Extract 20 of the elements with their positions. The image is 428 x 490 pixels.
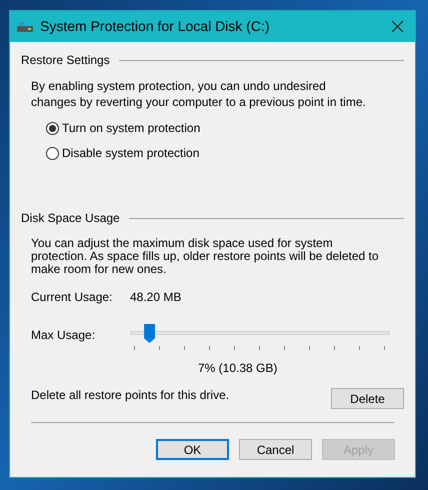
window-title: System Protection for Local Disk (C:) (40, 17, 271, 36)
drive-icon (17, 20, 33, 32)
radio-label[interactable]: Disable system protection (62, 144, 200, 162)
radio-label[interactable]: Turn on system protection (62, 119, 200, 137)
radio-button[interactable] (46, 146, 59, 160)
dialog-button[interactable]: OK (156, 439, 229, 460)
delete-description: Delete all restore points for this drive. (31, 387, 230, 404)
section-heading: Disk Space Usage (21, 210, 120, 227)
current-usage-label: Current Usage: (31, 289, 114, 306)
dialog-button[interactable]: Cancel (239, 439, 312, 460)
section-heading: Restore Settings (21, 52, 110, 69)
max-usage-reading: 7% (10.38 GB) (198, 360, 278, 377)
max-usage-label: Max Usage: (31, 327, 96, 344)
description-text: You can adjust the maximum disk space used for system protection. As space fills up, older restore points will be deleted to make room for new ones. (31, 237, 380, 276)
current-usage-value: 48.20 MB (130, 289, 182, 306)
slider-thumb[interactable] (144, 324, 156, 343)
close-icon (390, 20, 404, 33)
delete-button[interactable]: Delete (331, 388, 404, 409)
description-text: By enabling system protection, you can undo undesired changes by reverting your computer to a previous point in time. (31, 78, 367, 110)
radio-button[interactable] (46, 122, 59, 134)
